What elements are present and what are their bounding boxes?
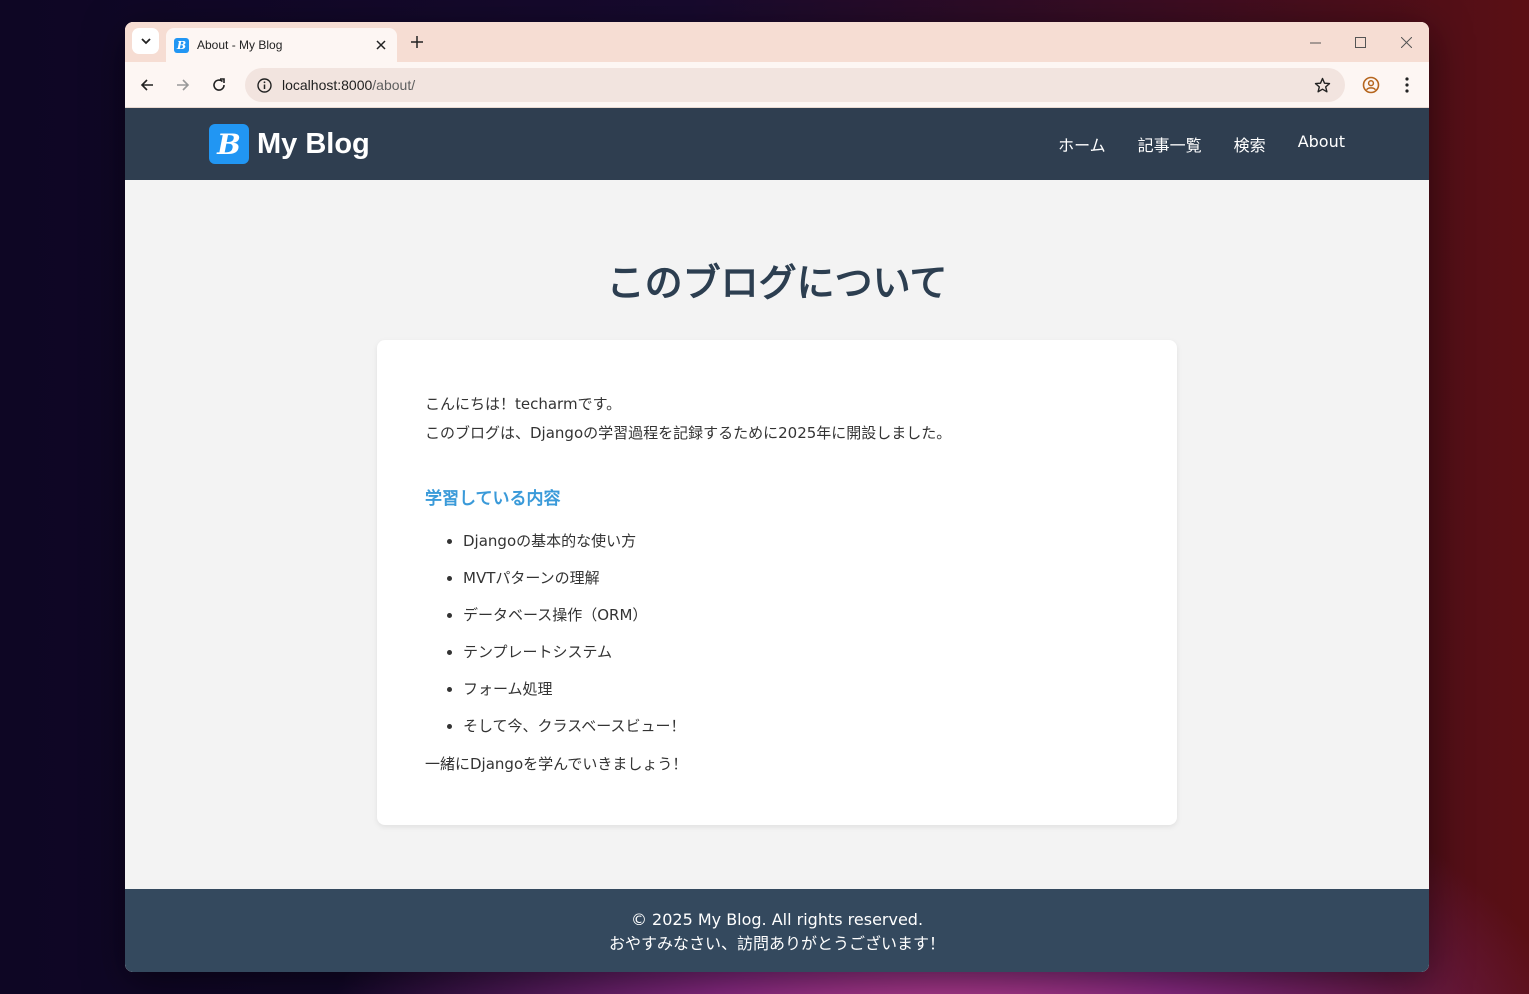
learning-heading: 学習している内容 [425,489,561,509]
site-info-button[interactable] [255,76,273,94]
site-info-icon [256,77,272,93]
about-card: こんにちは！techarmです。 このブログは、Djangoの学習過程を記録する… [377,340,1177,825]
nav-articles[interactable]: 記事一覧 [1138,132,1202,156]
maximize-button[interactable] [1350,32,1370,52]
site-header: B My Blog ホーム 記事一覧 検索 About [125,108,1429,180]
forward-button[interactable] [172,74,194,96]
browser-window: B About - My Blog localhost:8000/about/ … [125,22,1429,972]
browser-toolbar: localhost:8000/about/ [125,62,1429,108]
main-nav: ホーム 記事一覧 検索 About [1058,132,1345,156]
window-close-button[interactable] [1396,32,1416,52]
url-host: localhost:8000 [282,77,373,93]
site-brand: My Blog [257,127,370,160]
nav-about[interactable]: About [1298,132,1345,156]
site-footer: © 2025 My Blog. All rights reserved. おやす… [125,889,1429,972]
bookmark-button[interactable] [1313,76,1331,94]
footer-copyright: © 2025 My Blog. All rights reserved. [630,910,924,929]
learning-list: Djangoの基本的な使い方 MVTパターンの理解 データベース操作（ORM） … [425,531,1129,736]
logo-icon: B [209,124,249,164]
list-item: MVTパターンの理解 [463,568,1129,588]
nav-search[interactable]: 検索 [1234,132,1266,156]
list-item: Djangoの基本的な使い方 [463,531,1129,551]
favicon: B [174,37,189,53]
tab-title: About - My Blog [197,38,283,52]
profile-button[interactable] [1360,74,1382,96]
tab-close-button[interactable] [373,37,389,53]
back-icon [140,79,153,91]
more-icon [1405,77,1409,93]
tab-strip: B About - My Blog [125,22,1429,62]
url-path: /about/ [372,77,416,93]
outro-text: 一緒にDjangoを学んでいきましょう！ [425,755,688,773]
site-logo-link[interactable]: B My Blog [209,124,370,164]
address-bar[interactable]: localhost:8000/about/ [245,68,1345,102]
tab-search-button[interactable] [132,28,159,54]
reload-button[interactable] [208,74,230,96]
plus-icon [411,36,423,48]
tab-search-icon [140,38,151,45]
window-close-icon [1400,36,1412,48]
maximize-icon [1354,36,1366,48]
list-item: テンプレートシステム [463,642,1129,662]
profile-icon [1362,76,1380,94]
close-icon [376,40,386,50]
url-text[interactable]: localhost:8000/about/ [282,77,1313,93]
nav-home[interactable]: ホーム [1058,132,1106,156]
main-content: このブログについて こんにちは！techarmです。 このブログは、Django… [125,180,1429,889]
list-item: そして今、クラスベースビュー！ [463,716,1129,736]
more-menu-button[interactable] [1396,74,1418,96]
reload-icon [213,78,225,91]
list-item: データベース操作（ORM） [463,605,1129,625]
page-viewport: B My Blog ホーム 記事一覧 検索 About このブログについて こん… [125,108,1429,972]
new-tab-button[interactable] [407,32,427,52]
intro-line-1: こんにちは！techarmです。 [425,395,622,413]
intro: こんにちは！techarmです。 このブログは、Djangoの学習過程を記録する… [425,390,1129,448]
intro-line-2: このブログは、Djangoの学習過程を記録するために2025年に開設しました。 [425,424,952,442]
minimize-icon [1309,42,1321,43]
forward-icon [177,79,190,91]
back-button[interactable] [136,74,158,96]
active-tab[interactable]: B About - My Blog [166,28,397,62]
page-title: このブログについて [606,261,948,305]
star-icon [1314,77,1330,92]
footer-message: おやすみなさい、訪問ありがとうございます！ [608,934,945,953]
list-item: フォーム処理 [463,679,1129,699]
minimize-button[interactable] [1305,32,1325,52]
